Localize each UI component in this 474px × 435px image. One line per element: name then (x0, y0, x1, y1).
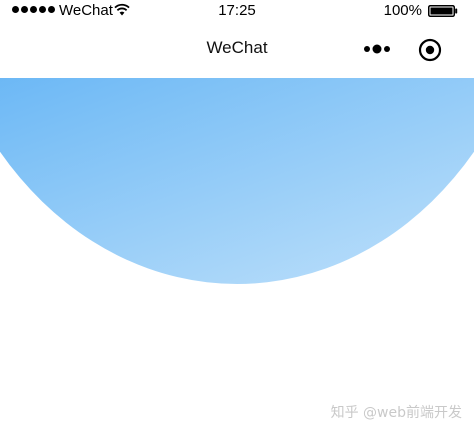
header-arc-background (0, 78, 474, 298)
battery-percentage: 100% (383, 2, 422, 19)
gradient-arc (0, 78, 474, 284)
battery-icon (428, 5, 458, 17)
navigation-bar: WeChat (0, 22, 474, 78)
watermark: 知乎 @web前端开发 (330, 405, 462, 421)
page-title: WeChat (206, 38, 268, 57)
status-bar: WeChat 17:25 100% (0, 0, 474, 22)
close-miniprogram-icon[interactable] (418, 38, 442, 62)
more-options-icon[interactable] (362, 42, 392, 56)
